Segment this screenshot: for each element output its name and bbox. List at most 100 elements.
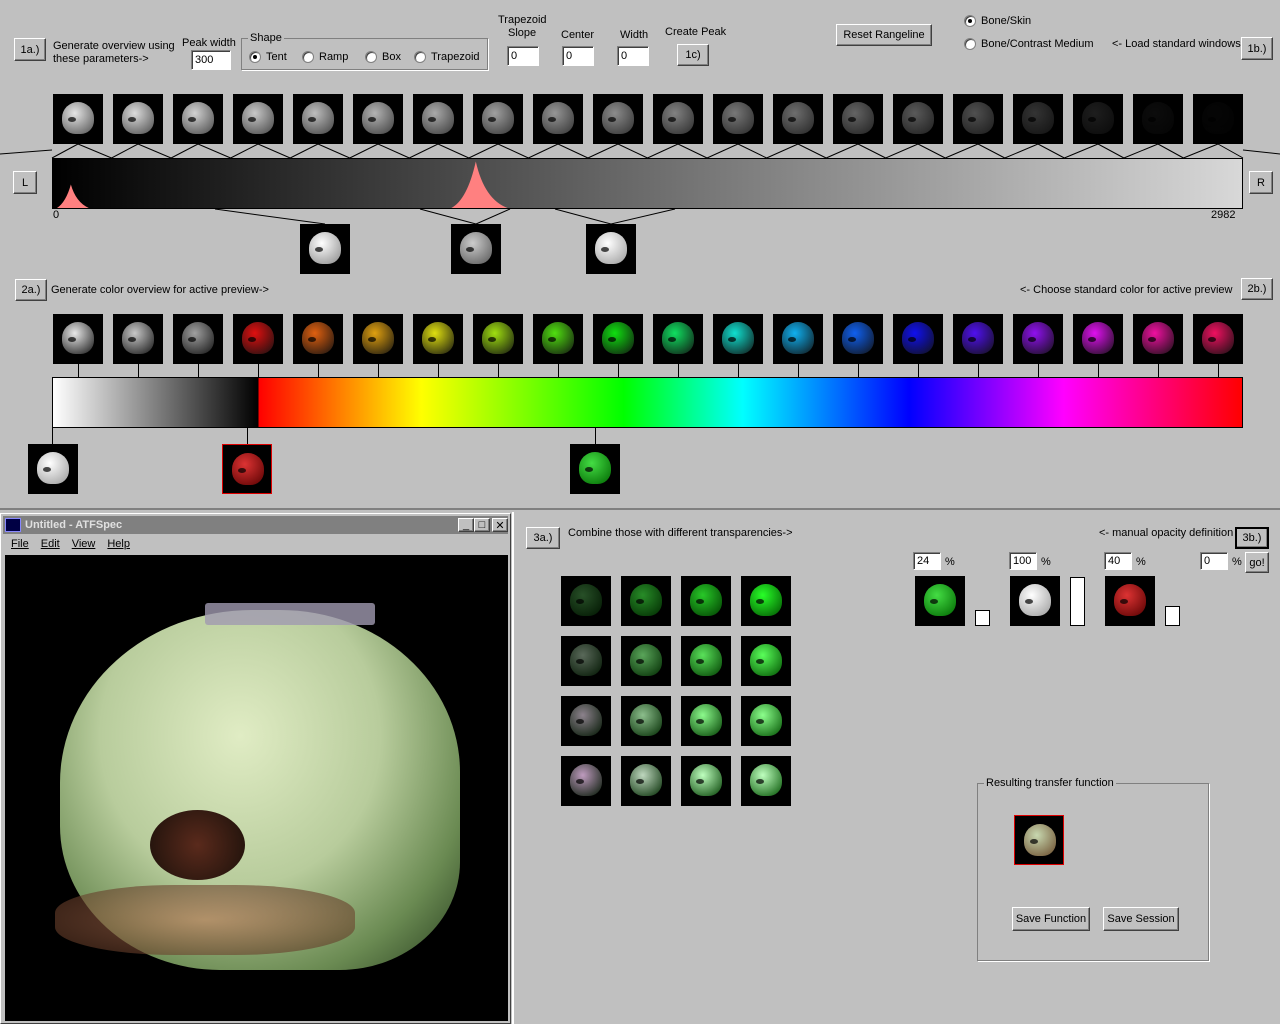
opacity-input-2[interactable] [1009,552,1037,570]
load-standard-windows-button[interactable]: 1b.) [1241,37,1273,60]
menu-help[interactable]: Help [107,538,130,550]
combination-thumb-3-3[interactable] [681,696,731,746]
combination-thumb-1-3[interactable] [681,576,731,626]
viewer-titlebar[interactable]: Untitled - ATFSpec _ □ ✕ [3,516,508,534]
combination-thumb-2-4[interactable] [741,636,791,686]
combination-thumb-2-3[interactable] [681,636,731,686]
combination-thumb-1-1[interactable] [561,576,611,626]
reset-rangeline-button[interactable]: Reset Rangeline [836,24,932,46]
overview-thumb-1[interactable] [53,94,103,144]
overview-thumb-18[interactable] [1073,94,1123,144]
overview-thumb-12[interactable] [713,94,763,144]
overview-thumb-4[interactable] [233,94,283,144]
peak-width-input[interactable] [191,50,231,70]
overview-thumb-15[interactable] [893,94,943,144]
color-thumb-17[interactable] [1013,314,1063,364]
color-thumb-13[interactable] [773,314,823,364]
range-right-button[interactable]: R [1249,171,1273,194]
opacity-bar-2[interactable] [1070,577,1085,626]
opacity-preview-2[interactable] [1010,576,1060,626]
overview-thumb-9[interactable] [533,94,583,144]
color-thumb-3[interactable] [173,314,223,364]
color-thumb-8[interactable] [473,314,523,364]
combination-thumb-4-2[interactable] [621,756,671,806]
overview-thumb-11[interactable] [653,94,703,144]
maximize-button[interactable]: □ [474,518,490,532]
color-thumb-5[interactable] [293,314,343,364]
overview-thumb-20[interactable] [1193,94,1243,144]
color-thumb-11[interactable] [653,314,703,364]
volume-render-canvas[interactable] [5,555,508,1021]
color-thumb-6[interactable] [353,314,403,364]
generate-overview-button[interactable]: 1a.) [14,38,46,61]
combination-thumb-4-4[interactable] [741,756,791,806]
combination-thumb-3-4[interactable] [741,696,791,746]
overview-thumb-6[interactable] [353,94,403,144]
combination-thumb-1-2[interactable] [621,576,671,626]
color-thumb-10[interactable] [593,314,643,364]
color-thumb-19[interactable] [1133,314,1183,364]
opacity-input-3[interactable] [1104,552,1132,570]
combination-thumb-1-4[interactable] [741,576,791,626]
opacity-bar-3[interactable] [1165,577,1180,626]
go-button[interactable]: go! [1245,552,1269,573]
color-selection-3[interactable] [570,444,620,494]
combination-thumb-4-3[interactable] [681,756,731,806]
overview-thumb-19[interactable] [1133,94,1183,144]
peak-preview-3[interactable] [586,224,636,274]
color-selection-2[interactable] [222,444,272,494]
combination-thumb-2-1[interactable] [561,636,611,686]
overview-thumb-3[interactable] [173,94,223,144]
shape-tent-radio[interactable]: Tent [249,51,287,63]
result-preview[interactable] [1014,815,1064,865]
window-bone-skin-radio[interactable]: Bone/Skin [964,15,1031,27]
histogram-rangeline[interactable] [52,158,1243,209]
color-selection-1[interactable] [28,444,78,494]
peak-preview-1[interactable] [300,224,350,274]
menu-view[interactable]: View [72,538,96,550]
combination-thumb-3-1[interactable] [561,696,611,746]
opacity-bar-1[interactable] [975,577,990,626]
overview-thumb-17[interactable] [1013,94,1063,144]
overview-thumb-16[interactable] [953,94,1003,144]
combination-thumb-4-1[interactable] [561,756,611,806]
create-peak-button[interactable]: 1c) [677,44,709,66]
overview-thumb-5[interactable] [293,94,343,144]
choose-standard-color-button[interactable]: 2b.) [1241,278,1273,300]
peak-preview-2[interactable] [451,224,501,274]
color-thumb-9[interactable] [533,314,583,364]
overview-thumb-14[interactable] [833,94,883,144]
overview-thumb-2[interactable] [113,94,163,144]
color-thumb-14[interactable] [833,314,883,364]
color-thumb-2[interactable] [113,314,163,364]
save-function-button[interactable]: Save Function [1012,907,1090,931]
color-thumb-16[interactable] [953,314,1003,364]
overview-thumb-13[interactable] [773,94,823,144]
menu-edit[interactable]: Edit [41,538,60,550]
overview-thumb-8[interactable] [473,94,523,144]
color-thumb-18[interactable] [1073,314,1123,364]
viewer-window[interactable]: Untitled - ATFSpec _ □ ✕ File Edit View … [0,513,511,1024]
opacity-input-1[interactable] [913,552,941,570]
combination-thumb-3-2[interactable] [621,696,671,746]
combination-thumb-2-2[interactable] [621,636,671,686]
window-bone-contrast-radio[interactable]: Bone/Contrast Medium [964,38,1094,50]
close-button[interactable]: ✕ [492,518,508,532]
color-thumb-20[interactable] [1193,314,1243,364]
save-session-button[interactable]: Save Session [1103,907,1179,931]
overview-thumb-7[interactable] [413,94,463,144]
color-thumb-12[interactable] [713,314,763,364]
menu-file[interactable]: File [11,538,29,550]
color-thumb-7[interactable] [413,314,463,364]
center-input[interactable] [562,46,594,66]
opacity-preview-1[interactable] [915,576,965,626]
overview-thumb-10[interactable] [593,94,643,144]
color-thumb-4[interactable] [233,314,283,364]
color-ramp-bar[interactable] [52,377,1243,428]
generate-color-overview-button[interactable]: 2a.) [15,279,47,301]
shape-box-radio[interactable]: Box [365,51,401,63]
color-thumb-1[interactable] [53,314,103,364]
minimize-button[interactable]: _ [458,518,474,532]
trapezoid-slope-input[interactable] [507,46,539,66]
shape-trapezoid-radio[interactable]: Trapezoid [414,51,480,63]
